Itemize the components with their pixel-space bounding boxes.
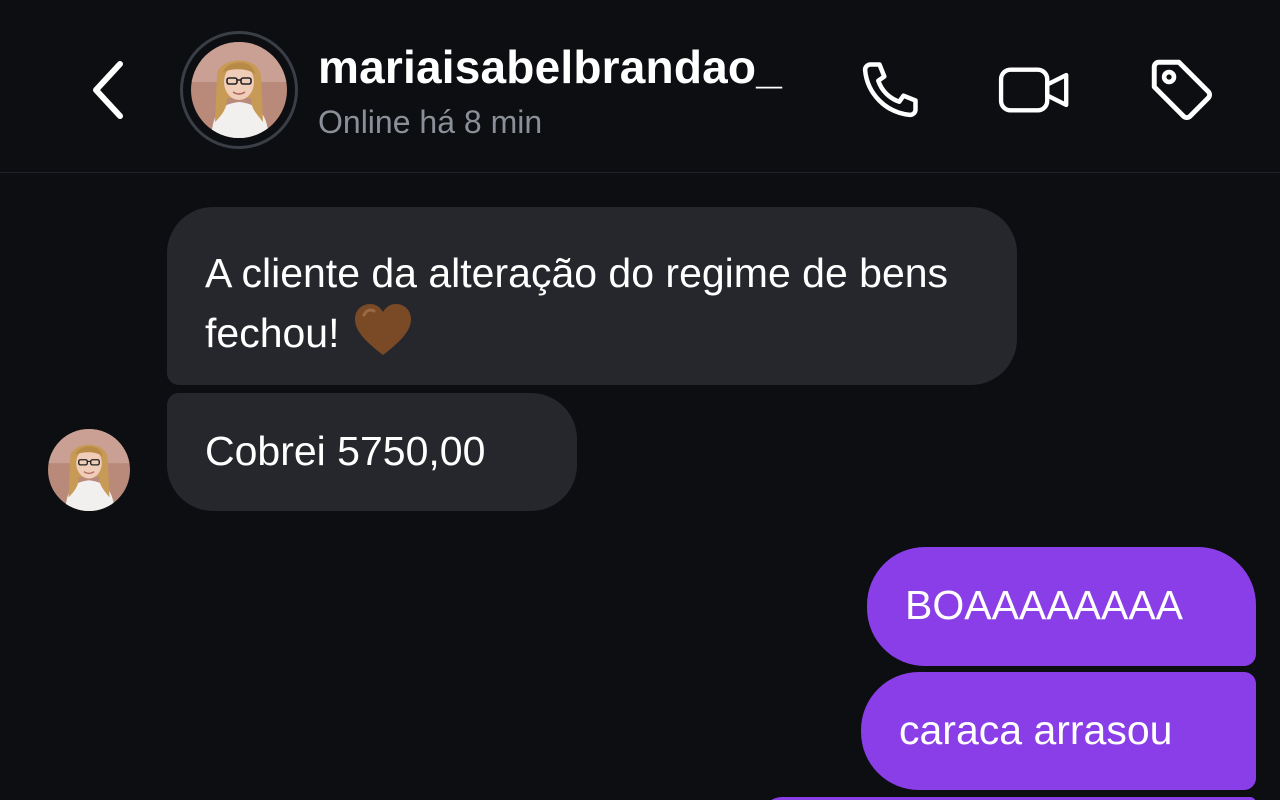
message-text: Cobrei 5750,00 (205, 428, 486, 474)
avatar-photo (48, 429, 130, 511)
video-call-button[interactable] (997, 52, 1073, 128)
contact-username[interactable]: mariaisabelbrandao_ (318, 40, 782, 94)
message-text: BOAAAAAAAA (905, 582, 1184, 628)
sender-avatar[interactable] (48, 429, 130, 511)
tag-icon (1151, 59, 1212, 120)
message-bubble-incoming[interactable]: A cliente da alteração do regime de bens… (167, 207, 1017, 385)
back-button[interactable] (78, 56, 138, 124)
message-bubble-outgoing[interactable]: caraca arrasou (861, 672, 1256, 790)
message-bubble-outgoing[interactable]: BOAAAAAAAA (867, 547, 1256, 666)
message-bubble-incoming[interactable]: Cobrei 5750,00 (167, 393, 577, 511)
brown-heart-emoji (354, 303, 412, 373)
label-tag-button[interactable] (1144, 52, 1220, 128)
video-camera-icon (998, 67, 1069, 113)
chat-header: mariaisabelbrandao_ Online há 8 min (0, 0, 1280, 173)
message-text: A cliente da alteração do regime de bens… (205, 250, 949, 356)
message-text: caraca arrasou (899, 707, 1173, 753)
chevron-left-icon (93, 61, 123, 119)
avatar-photo (191, 42, 287, 138)
phone-icon (862, 62, 918, 118)
audio-call-button[interactable] (852, 52, 928, 128)
contact-avatar[interactable] (180, 31, 298, 149)
chat-screen: mariaisabelbrandao_ Online há 8 min A cl… (0, 0, 1280, 800)
online-status: Online há 8 min (318, 104, 543, 140)
